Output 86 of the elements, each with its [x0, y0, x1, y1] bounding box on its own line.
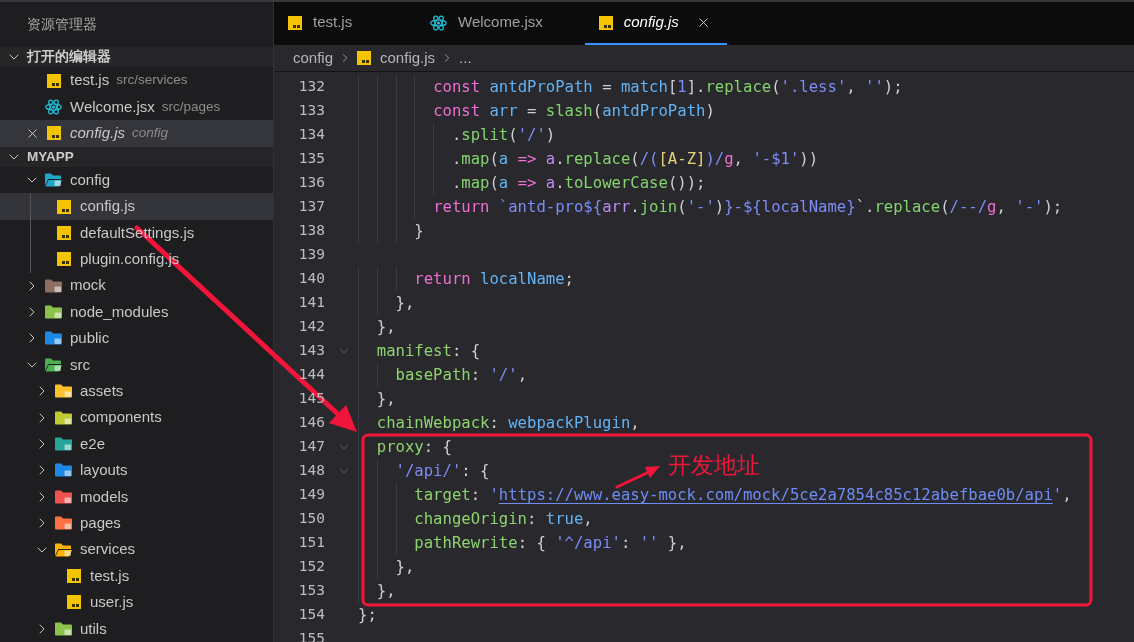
folder-item[interactable]: services — [0, 536, 273, 563]
js-file-icon — [66, 569, 81, 583]
line-number: 134 — [297, 125, 325, 145]
folder-item[interactable]: config — [0, 166, 273, 194]
folder-item[interactable]: pages — [0, 510, 273, 537]
code-line: .map(a => a.toLowerCase()); — [451, 173, 706, 194]
section-header[interactable]: MYAPP — [0, 146, 273, 167]
breadcrumb-item[interactable]: ... — [459, 46, 472, 70]
line-number: 133 — [297, 101, 325, 121]
line-number: 137 — [297, 197, 325, 217]
js-file-icon — [288, 15, 302, 30]
folder-item[interactable]: assets — [0, 378, 273, 405]
atom-icon — [430, 14, 447, 31]
line-number: 141 — [297, 293, 325, 313]
code-line: '/api/': { — [395, 461, 490, 482]
annotation-label: 开发地址 — [668, 454, 760, 477]
section-header[interactable]: 打开的编辑器 — [0, 47, 273, 68]
code-line: proxy: { — [376, 437, 452, 458]
js-file-icon — [56, 199, 71, 214]
line-number: 152 — [297, 557, 325, 577]
line-number: 135 — [297, 149, 325, 169]
js-file-icon — [66, 595, 81, 610]
code-line: return `antd-pro${arr.join('-')}-${localName}`.replace(/--/g, '-'); — [433, 197, 1063, 218]
folder-item[interactable]: src — [0, 351, 273, 379]
code-line: }, — [376, 389, 396, 410]
line-number: 148 — [297, 461, 325, 481]
code-line: manifest: { — [376, 341, 481, 362]
code-line: const arr = slash(antdProPath) — [433, 101, 715, 122]
file-item[interactable]: config.js — [0, 193, 273, 220]
code-line: }, — [376, 581, 396, 602]
line-number: 132 — [297, 77, 325, 97]
js-file-icon — [56, 252, 71, 267]
js-file-icon — [598, 15, 613, 30]
line-number: 150 — [297, 509, 325, 529]
code-line: chainWebpack: webpackPlugin, — [376, 413, 640, 434]
line-number: 140 — [297, 269, 325, 289]
atom-icon — [45, 98, 62, 115]
code-line: basePath: '/', — [395, 365, 527, 386]
code-line: const antdProPath = match[1].replace('.less', ''); — [433, 77, 903, 98]
line-number: 139 — [297, 245, 325, 265]
line-number: 153 — [297, 581, 325, 601]
line-number: 143 — [297, 341, 325, 361]
folder-item[interactable]: models — [0, 483, 273, 511]
code-line: }, — [395, 293, 415, 314]
code-line: target: 'https://www.easy-mock.com/mock/5ce2a7854c85c12abefbae0b/api', — [414, 485, 1072, 506]
code-line: .map(a => a.replace(/([A-Z])/g, '-$1')) — [451, 149, 819, 170]
line-number: 151 — [297, 533, 325, 553]
editor-tab[interactable]: Welcome.jsx — [416, 2, 585, 45]
url-link[interactable]: https://www.easy-mock.com/mock/5ce2a7854c85c12abefbae0b/api — [498, 486, 1053, 504]
code-line: .split('/') — [451, 125, 556, 146]
line-number: 138 — [297, 221, 325, 241]
line-number: 144 — [297, 365, 325, 385]
line-number: 154 — [297, 605, 325, 625]
code-line: pathRewrite: { '^/api': '' }, — [414, 533, 687, 554]
line-number: 136 — [297, 173, 325, 193]
code-line: return localName; — [414, 269, 574, 290]
sidebar-title: 资源管理器 — [27, 15, 97, 34]
line-number: 142 — [297, 317, 325, 337]
folder-item[interactable]: layouts — [0, 457, 273, 484]
js-file-icon — [357, 51, 372, 65]
open-editor-item[interactable]: test.js src/services — [0, 67, 273, 94]
folder-item[interactable]: e2e — [0, 430, 273, 458]
code-line: }; — [358, 605, 377, 626]
folder-item[interactable]: mock — [0, 272, 273, 299]
js-file-icon — [56, 225, 71, 240]
js-file-icon — [46, 73, 61, 88]
editor-tab[interactable]: test.js — [274, 2, 416, 45]
folder-item[interactable]: components — [0, 404, 273, 431]
folder-item[interactable]: utils — [0, 615, 273, 642]
code-line: }, — [376, 317, 396, 338]
line-number: 149 — [297, 485, 325, 505]
code-line: } — [414, 221, 424, 242]
annotation-arrow — [615, 466, 660, 489]
file-item[interactable]: test.js — [0, 562, 273, 590]
folder-item[interactable]: public — [0, 325, 273, 352]
open-editor-item[interactable]: config.js config — [0, 120, 273, 147]
open-editor-item[interactable]: Welcome.jsx src/pages — [0, 93, 273, 121]
js-file-icon — [46, 126, 61, 141]
line-number: 147 — [297, 437, 325, 457]
breadcrumb-item[interactable]: config.js — [357, 46, 436, 70]
breadcrumb-item[interactable]: config — [293, 46, 334, 70]
file-item[interactable]: user.js — [0, 589, 273, 616]
folder-item[interactable]: node_modules — [0, 298, 273, 326]
code-line: changeOrigin: true, — [414, 509, 593, 530]
code-line: }, — [395, 557, 415, 578]
line-number: 146 — [297, 413, 325, 433]
